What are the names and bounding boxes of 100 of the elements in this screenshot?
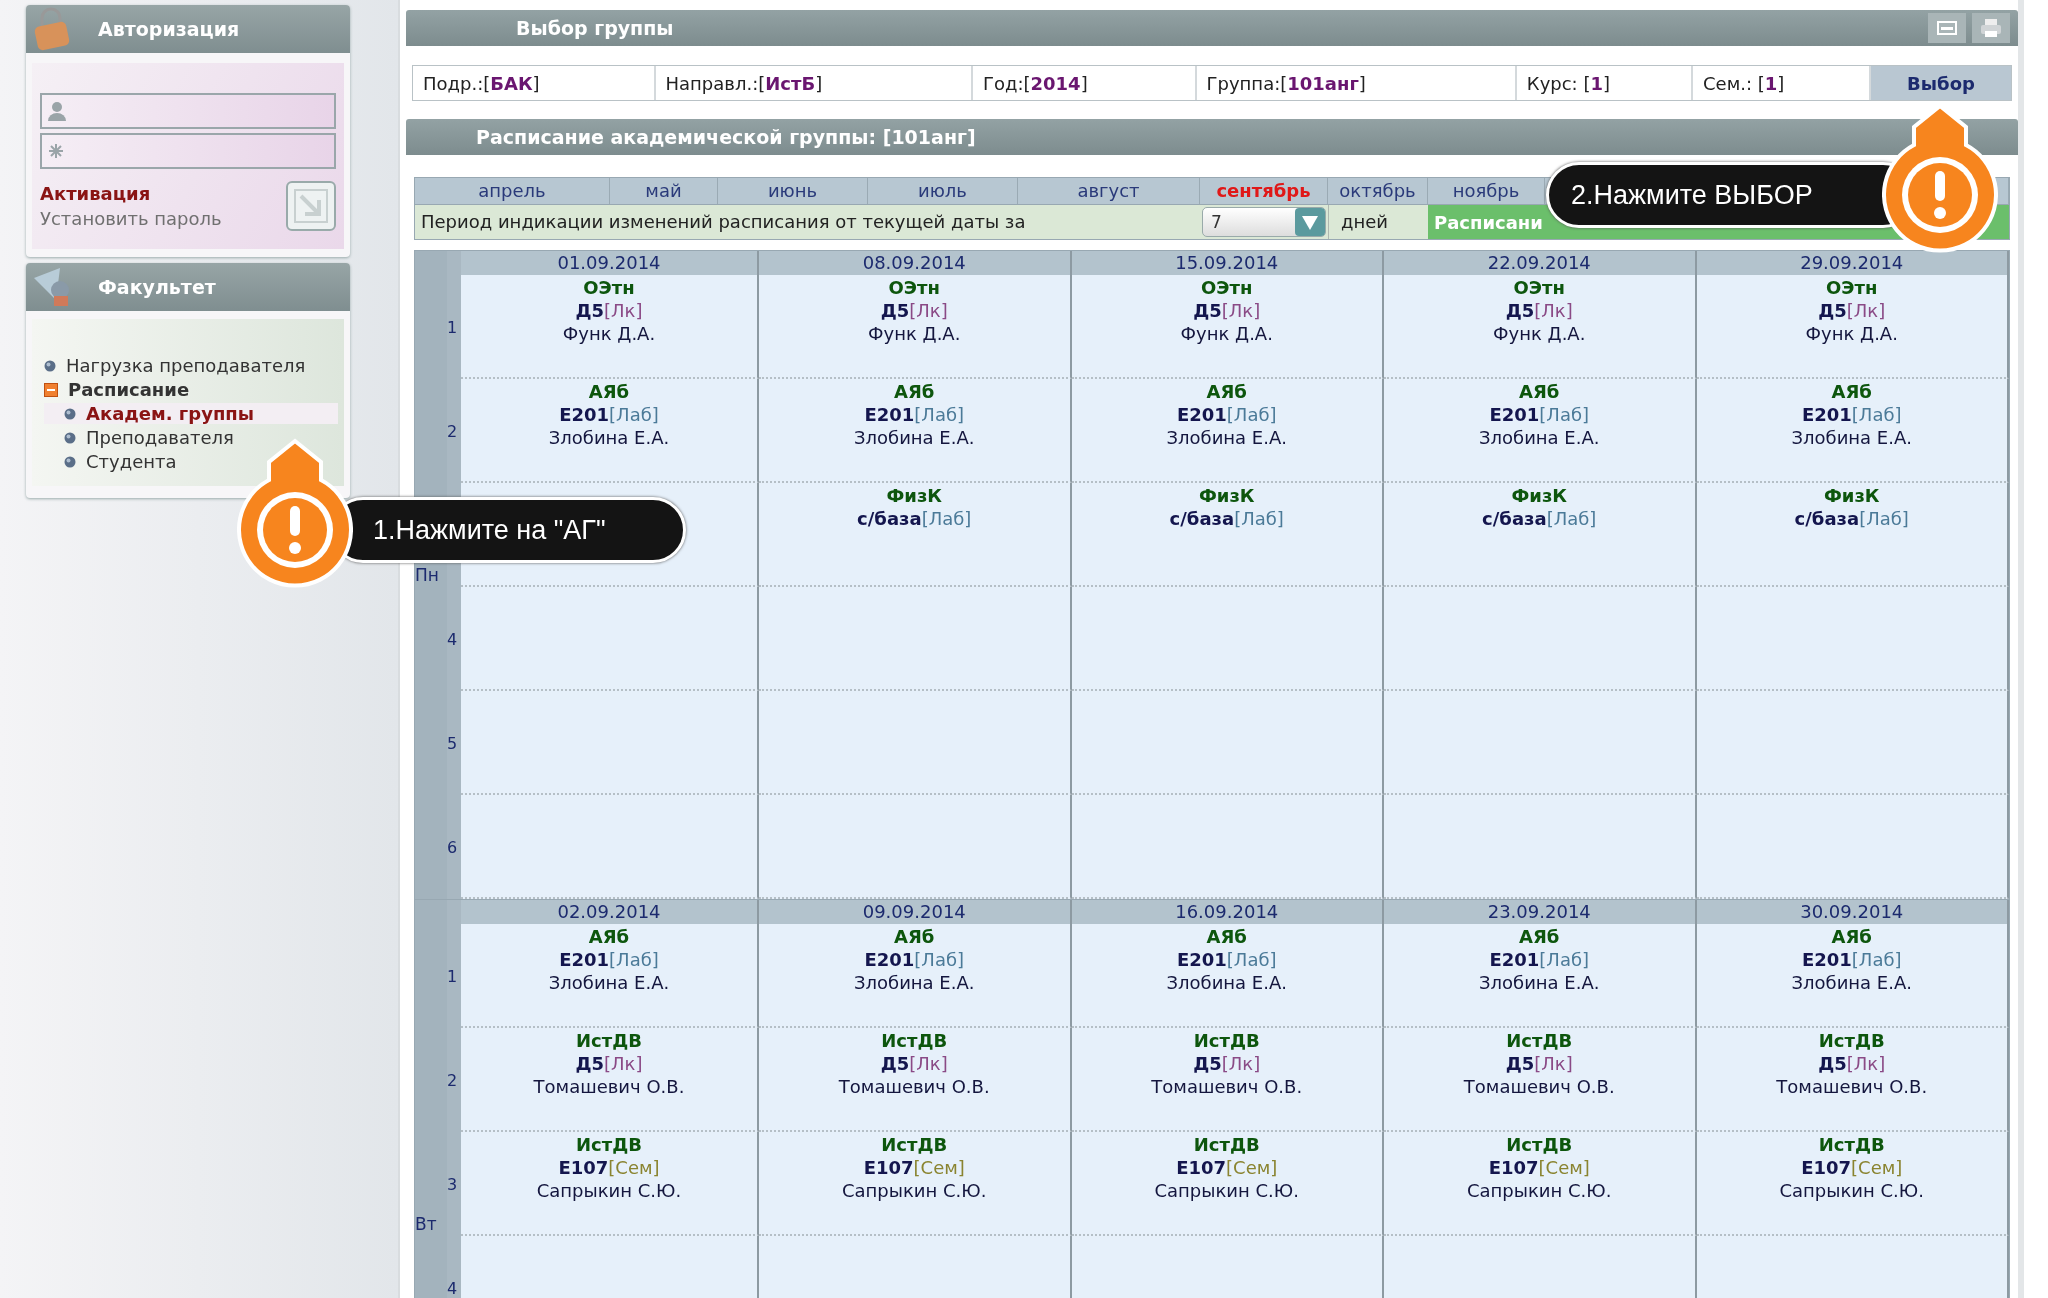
password-field[interactable] [40, 133, 336, 169]
menu-item[interactable]: Расписание [68, 379, 190, 400]
weekday-label: Вт [415, 1214, 437, 1234]
room-and-type: Е201[Лаб] [559, 949, 659, 970]
teacher-name: Сапрыкин С.Ю. [842, 1180, 987, 1201]
date-header: 16.09.2014 [1071, 900, 1384, 924]
pair-number: 1 [447, 275, 461, 379]
pair-number: 2 [447, 379, 461, 483]
minimize-button[interactable] [1928, 13, 1966, 43]
month-tab[interactable]: июнь [718, 178, 868, 204]
pair-number: 4 [447, 587, 461, 691]
login-field[interactable] [40, 93, 336, 129]
teacher-name: Злобина Е.А. [548, 427, 670, 448]
selection-field[interactable]: Курс: [1] [1516, 66, 1693, 100]
pair-number: 3 [447, 1132, 461, 1236]
menu-item[interactable]: Студента [86, 451, 177, 472]
month-tab[interactable]: ноябрь [1428, 178, 1545, 204]
choose-button[interactable]: Выбор [1871, 66, 2011, 100]
dropdown-icon [1295, 208, 1325, 236]
room-and-type: Д5[Лк] [880, 300, 948, 321]
subject-name: ФизК [1198, 485, 1255, 506]
teacher-name: Функ Д.А. [1493, 323, 1586, 344]
subject-name: АЯб [1519, 926, 1560, 947]
date-header: 02.09.2014 [461, 900, 759, 924]
room-and-type: Е201[Лаб] [1489, 404, 1590, 425]
login-button[interactable] [286, 181, 336, 231]
date-header: 09.09.2014 [759, 900, 1072, 924]
subject-name: АЯб [1831, 381, 1872, 402]
teacher-name: Сапрыкин С.Ю. [1154, 1180, 1299, 1201]
panel-title: Авторизация [98, 18, 240, 40]
subject-name: АЯб [1206, 381, 1247, 402]
set-password-link[interactable]: Установить пароль [40, 208, 222, 229]
subject-name: ФизК [1511, 485, 1568, 506]
pair-number: 4 [447, 1236, 461, 1298]
teacher-name: Злобина Е.А. [1166, 427, 1287, 448]
menu-item[interactable]: Нагрузка преподавателя [66, 355, 306, 376]
selection-field[interactable]: Подр.:[БАК] [413, 66, 656, 100]
subject-name: АЯб [1206, 926, 1247, 947]
user-icon [48, 101, 66, 121]
room-and-type: Е107[Сем] [1801, 1157, 1903, 1178]
room-and-type: Е201[Лаб] [864, 404, 965, 425]
activation-link[interactable]: Активация [40, 183, 222, 204]
subject-name: АЯб [894, 926, 935, 947]
menu-item[interactable]: Академ. группы [86, 403, 255, 424]
month-tab[interactable]: июль [868, 178, 1018, 204]
date-header: 29.09.2014 [1696, 251, 2009, 275]
minimize-icon [1937, 21, 1957, 35]
teacher-name: Томашевич О.В. [1776, 1076, 1928, 1097]
teacher-name: Злобина Е.А. [1791, 427, 1912, 448]
teacher-name: Функ Д.А. [1180, 323, 1273, 344]
date-header: 22.09.2014 [1384, 251, 1697, 275]
subject-name: ИстДВ [1506, 1030, 1573, 1051]
room-and-type: с/база[Лаб] [1794, 508, 1909, 529]
subject-name: ИстДВ [1193, 1134, 1260, 1155]
days-select[interactable]: 7 [1202, 207, 1326, 237]
weekday-label: Пн [415, 565, 439, 585]
room-and-type: Е201[Лаб] [1801, 404, 1902, 425]
teacher-name: Томашевич О.В. [533, 1076, 685, 1097]
selection-field[interactable]: Направл.:[ИстБ] [655, 66, 973, 100]
subject-name: АЯб [1831, 926, 1872, 947]
room-and-type: Е107[Сем] [1176, 1157, 1278, 1178]
pair-number: 1 [447, 924, 461, 1028]
teacher-name: Функ Д.А. [1805, 323, 1898, 344]
bullet-icon [64, 455, 76, 468]
asterisk-icon [48, 143, 64, 159]
date-header: 15.09.2014 [1071, 251, 1384, 275]
teacher-name: Злобина Е.А. [1166, 972, 1287, 993]
month-tab[interactable]: октябрь [1328, 178, 1428, 204]
collapse-icon[interactable] [44, 382, 58, 397]
period-label: Период индикации изменений расписания от текущей даты за [420, 210, 1027, 234]
month-tab[interactable]: апрель [415, 178, 610, 204]
teacher-name: Злобина Е.А. [854, 972, 975, 993]
pair-number: 2 [447, 1028, 461, 1132]
room-and-type: Е201[Лаб] [559, 404, 659, 425]
subject-name: ИстДВ [1193, 1030, 1260, 1051]
room-and-type: Е107[Сем] [863, 1157, 965, 1178]
date-header: 23.09.2014 [1384, 900, 1697, 924]
subject-name: ОЭтн [583, 277, 635, 298]
subject-name: ОЭтн [1826, 277, 1878, 298]
panel-title: Выбор группы [516, 17, 674, 39]
subject-name: ОЭтн [888, 277, 940, 298]
menu-item[interactable]: Преподавателя [86, 427, 234, 448]
subject-name: ФизК [886, 485, 943, 506]
pair-number: 6 [447, 795, 461, 899]
print-button[interactable] [1972, 13, 2010, 43]
date-header: 08.09.2014 [759, 251, 1072, 275]
subject-name: ИстДВ [1818, 1134, 1885, 1155]
room-and-type: Д5[Лк] [1505, 1053, 1573, 1074]
room-and-type: Д5[Лк] [575, 1053, 643, 1074]
selection-field[interactable]: Группа:[101анг] [1196, 66, 1517, 100]
month-tab[interactable]: август [1018, 178, 1200, 204]
teacher-name: Злобина Е.А. [548, 972, 670, 993]
bullet-icon [64, 407, 76, 420]
subject-name: АЯб [1519, 381, 1560, 402]
room-and-type: Д5[Лк] [1193, 300, 1261, 321]
month-tab[interactable]: май [610, 178, 718, 204]
selection-field[interactable]: Год:[2014] [973, 66, 1197, 100]
date-header: 01.09.2014 [461, 251, 759, 275]
subject-name: АЯб [588, 926, 630, 947]
subject-name: АЯб [588, 381, 630, 402]
